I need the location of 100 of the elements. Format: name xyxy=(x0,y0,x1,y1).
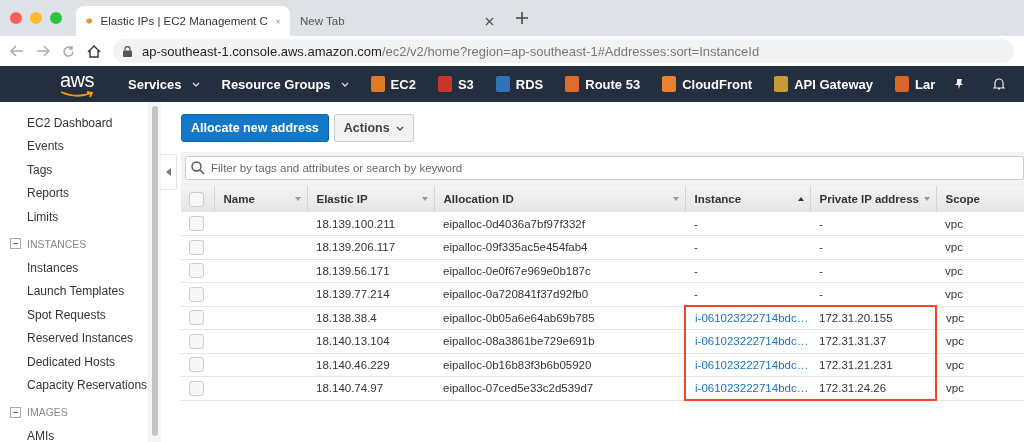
table-cell: eipalloc-0a720841f37d92fb0 xyxy=(434,282,685,306)
service-shortcut[interactable]: CloudFront xyxy=(662,76,753,92)
actions-dropdown[interactable]: Actions xyxy=(333,114,414,142)
table-cell: vpc xyxy=(936,259,1024,283)
sidebar-item[interactable]: Reports xyxy=(0,182,148,206)
table-cell: vpc xyxy=(936,353,1024,377)
table-cell: eipalloc-08a3861be729e691b xyxy=(434,329,685,353)
row-checkbox[interactable] xyxy=(189,333,204,349)
sidebar-section-heading: IMAGES xyxy=(27,406,68,419)
sidebar-item[interactable]: Dedicated Hosts xyxy=(0,350,148,374)
close-window-icon[interactable] xyxy=(10,12,22,24)
back-icon[interactable] xyxy=(10,45,24,57)
sidebar-item[interactable]: Tags xyxy=(0,158,148,183)
row-checkbox[interactable] xyxy=(189,310,204,326)
instance-link[interactable]: i-061023222714bdc… xyxy=(695,335,809,348)
service-shortcut[interactable]: EC2 xyxy=(370,76,416,92)
table-cell: vpc xyxy=(936,282,1024,306)
table-cell: 172.31.21.231 xyxy=(810,353,936,377)
table-cell: - xyxy=(810,282,936,306)
table-cell: eipalloc-0e0f67e969e0b187c xyxy=(434,259,685,283)
nav-menu[interactable]: Resource Groups xyxy=(221,76,349,92)
table-cell: eipalloc-07ced5e33c2d539d7 xyxy=(434,376,685,400)
table-cell: 18.140.13.104 xyxy=(307,329,434,353)
column-header[interactable]: Instance xyxy=(685,186,810,212)
table-cell: eipalloc-09f335ac5e454fab4 xyxy=(434,235,685,259)
table-cell: vpc xyxy=(936,329,1024,353)
sidebar-item[interactable]: Capacity Reservations xyxy=(0,373,148,398)
search-field[interactable]: Filter by tags and attributes or search by keyword xyxy=(185,156,1024,180)
table-cell: 18.140.74.97 xyxy=(307,376,434,400)
table-cell: 18.139.206.117 xyxy=(307,235,434,259)
table-cell: 18.139.100.211 xyxy=(307,212,434,236)
table-cell: vpc xyxy=(936,306,1024,330)
instance-link[interactable]: i-061023222714bdc… xyxy=(695,382,809,394)
sidebar-item[interactable]: AMIs xyxy=(0,425,148,442)
caret-icon xyxy=(395,125,404,131)
table-cell: eipalloc-0d4036a7bf97f332f xyxy=(434,212,685,236)
forward-icon[interactable] xyxy=(36,45,50,57)
column-header[interactable]: Name xyxy=(214,186,307,212)
home-icon[interactable] xyxy=(87,44,101,58)
service-shortcut[interactable]: Lar xyxy=(894,76,936,92)
scrollbar[interactable] xyxy=(148,102,161,442)
column-header[interactable]: Scope xyxy=(936,186,1024,212)
sidebar-item[interactable]: Limits xyxy=(0,205,148,229)
aws-logo[interactable]: aws xyxy=(48,69,106,99)
table-cell: eipalloc-0b05a6e64ab69b785 xyxy=(434,306,685,330)
new-tab-icon[interactable] xyxy=(516,12,528,24)
column-header[interactable]: Allocation ID xyxy=(434,186,685,212)
collapse-sidebar-button[interactable] xyxy=(161,154,177,190)
collapse-icon[interactable] xyxy=(10,238,21,250)
service-shortcut[interactable]: API Gateway xyxy=(774,76,873,92)
row-checkbox[interactable] xyxy=(189,380,204,396)
row-checkbox[interactable] xyxy=(189,239,204,255)
sidebar-item[interactable]: EC2 Dashboard xyxy=(0,112,148,136)
caret-icon xyxy=(340,81,349,87)
sidebar-item[interactable]: Instances xyxy=(0,256,148,281)
minimize-window-icon[interactable] xyxy=(30,12,42,24)
table-cell: 172.31.24.26 xyxy=(810,376,936,400)
allocate-button[interactable]: Allocate new address xyxy=(181,114,329,142)
collapse-icon[interactable] xyxy=(10,406,21,418)
table-cell: 172.31.31.37 xyxy=(810,329,936,353)
column-header[interactable]: Private IP address xyxy=(810,186,936,212)
table-cell: - xyxy=(810,259,936,283)
instance-link[interactable]: i-061023222714bdc… xyxy=(695,312,809,324)
row-checkbox[interactable] xyxy=(189,286,204,302)
nav-menu[interactable]: Services xyxy=(128,76,200,92)
column-header[interactable]: Elastic IP xyxy=(307,186,434,212)
dash: - xyxy=(694,241,698,254)
reload-icon[interactable] xyxy=(62,44,75,58)
row-checkbox[interactable] xyxy=(189,263,204,279)
sidebar-item[interactable]: Events xyxy=(0,135,148,159)
service-shortcut[interactable]: RDS xyxy=(495,76,544,92)
dash: - xyxy=(694,288,698,300)
table-cell: 18.138.38.4 xyxy=(307,306,434,330)
table-cell: vpc xyxy=(936,212,1024,236)
pin-icon[interactable] xyxy=(953,78,966,90)
table-cell: 18.140.46.229 xyxy=(307,353,434,377)
browser-tab[interactable]: Elastic IPs | EC2 Management C xyxy=(76,6,290,36)
service-shortcut[interactable]: Route 53 xyxy=(565,76,641,92)
sidebar-item[interactable]: Spot Requests xyxy=(0,303,148,328)
row-checkbox[interactable] xyxy=(189,216,204,231)
dash: - xyxy=(694,217,698,230)
select-all-checkbox[interactable] xyxy=(189,191,204,207)
lock-icon xyxy=(123,45,132,57)
sidebar-item[interactable]: Launch Templates xyxy=(0,280,148,304)
sidebar-item[interactable]: Reserved Instances xyxy=(0,327,148,351)
table-cell: 18.139.56.171 xyxy=(307,259,434,283)
close-icon[interactable] xyxy=(485,16,494,26)
service-shortcut[interactable]: S3 xyxy=(437,76,474,92)
address-field[interactable]: ap-southeast-1.console.aws.amazon.com/ec2/v2/home?region=ap-southeast-1#Addresses:sort=InstanceId xyxy=(113,39,1014,63)
instance-link[interactable]: i-061023222714bdc… xyxy=(695,358,809,371)
row-checkbox[interactable] xyxy=(189,357,204,373)
browser-tab[interactable]: New Tab xyxy=(290,6,504,36)
caret-icon xyxy=(191,81,200,87)
bell-icon[interactable] xyxy=(993,77,1006,91)
maximize-window-icon[interactable] xyxy=(50,12,62,24)
table-cell: eipalloc-0b16b83f3b6b05920 xyxy=(434,353,685,377)
search-icon xyxy=(191,161,205,175)
dash: - xyxy=(694,264,698,277)
table-cell: vpc xyxy=(936,376,1024,400)
table-cell: 172.31.20.155 xyxy=(810,306,936,330)
